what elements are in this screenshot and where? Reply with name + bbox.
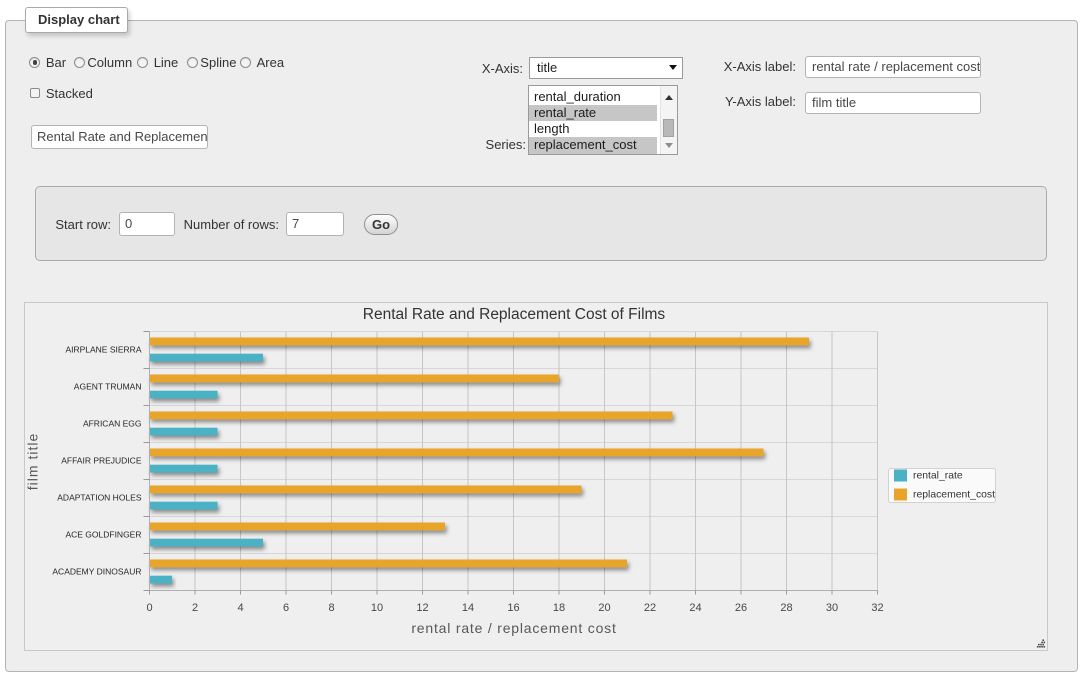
svg-text:rental_rate: rental_rate [913, 471, 963, 482]
svg-text:AIRPLANE SIERRA: AIRPLANE SIERRA [65, 345, 141, 355]
svg-text:rental rate / replacement cost: rental rate / replacement cost [411, 620, 616, 636]
svg-text:ACE GOLDFINGER: ACE GOLDFINGER [65, 530, 141, 540]
svg-text:16: 16 [507, 602, 519, 614]
svg-text:4: 4 [237, 602, 243, 614]
svg-text:2: 2 [192, 602, 198, 614]
svg-text:26: 26 [735, 602, 747, 614]
svg-text:0: 0 [146, 602, 152, 614]
svg-text:10: 10 [371, 602, 383, 614]
svg-text:ACADEMY DINOSAUR: ACADEMY DINOSAUR [52, 567, 141, 577]
svg-text:replacement_cost: replacement_cost [913, 490, 995, 501]
svg-text:18: 18 [553, 602, 565, 614]
svg-text:Rental Rate and Replacement Co: Rental Rate and Replacement Cost of Film… [363, 306, 666, 323]
svg-text:24: 24 [689, 602, 701, 614]
svg-text:30: 30 [826, 602, 838, 614]
svg-text:AFRICAN EGG: AFRICAN EGG [83, 419, 142, 429]
svg-text:12: 12 [416, 602, 428, 614]
svg-text:20: 20 [598, 602, 610, 614]
svg-text:film title: film title [25, 433, 41, 490]
svg-text:28: 28 [780, 602, 792, 614]
svg-text:6: 6 [283, 602, 289, 614]
svg-text:AGENT TRUMAN: AGENT TRUMAN [74, 382, 142, 392]
svg-text:ADAPTATION HOLES: ADAPTATION HOLES [57, 493, 142, 503]
svg-text:22: 22 [644, 602, 656, 614]
svg-text:32: 32 [871, 602, 883, 614]
svg-text:8: 8 [328, 602, 334, 614]
svg-text:14: 14 [462, 602, 474, 614]
svg-text:AFFAIR PREJUDICE: AFFAIR PREJUDICE [61, 456, 142, 466]
